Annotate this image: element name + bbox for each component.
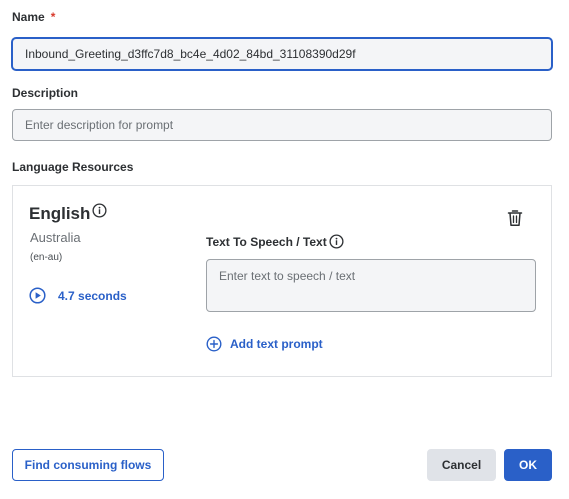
language-region: Australia	[30, 230, 81, 245]
play-audio-button[interactable]: 4.7 seconds	[29, 287, 127, 304]
description-label: Description	[12, 86, 79, 100]
find-consuming-flows-button[interactable]: Find consuming flows	[12, 449, 164, 481]
tts-label: Text To Speech / Text	[206, 235, 327, 249]
tts-textarea[interactable]	[206, 259, 536, 312]
info-icon[interactable]	[92, 203, 107, 218]
plus-circle-icon	[206, 336, 222, 352]
add-text-prompt-button[interactable]: Add text prompt	[206, 336, 323, 352]
name-label-text: Name	[12, 10, 45, 24]
language-title: English	[29, 204, 91, 223]
play-icon	[29, 287, 46, 304]
cancel-button[interactable]: Cancel	[427, 449, 496, 481]
add-text-prompt-label: Add text prompt	[230, 337, 323, 351]
language-resources-label: Language Resources	[12, 160, 134, 174]
language-resource-card: English Australia (en-au) 4.7 seconds Te…	[12, 185, 552, 377]
name-label: Name *	[12, 10, 55, 24]
language-code: (en-au)	[30, 252, 63, 263]
trash-icon[interactable]	[507, 209, 523, 227]
audio-duration: 4.7 seconds	[58, 288, 127, 303]
description-input[interactable]	[12, 109, 552, 141]
ok-button[interactable]: OK	[504, 449, 552, 481]
name-input[interactable]	[12, 38, 552, 70]
tts-info-icon[interactable]	[329, 234, 344, 249]
required-marker: *	[50, 10, 56, 24]
